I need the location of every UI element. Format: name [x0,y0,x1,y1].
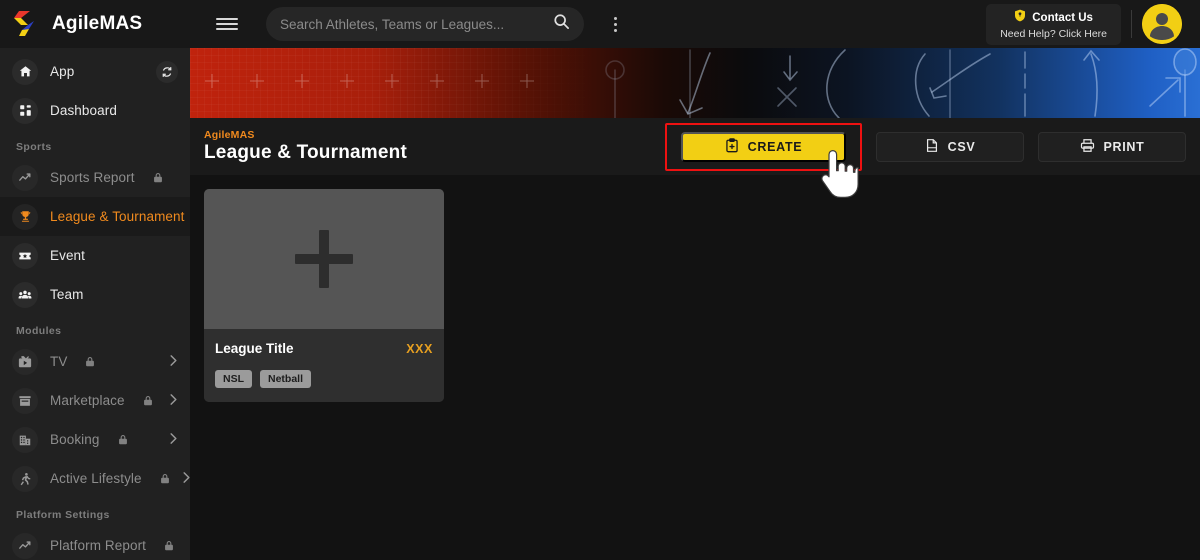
sidebar-item-app[interactable]: App [0,52,190,91]
chevron-right-icon[interactable] [169,354,178,369]
top-bar: Contact Us Need Help? Click Here [190,0,1200,48]
chevron-right-icon[interactable] [182,471,190,486]
csv-button[interactable]: CSV [876,131,1024,162]
page-header: AgileMAS League & Tournament CREATE CSV … [190,118,1200,175]
search-icon[interactable] [553,13,570,35]
ticket-star-icon [12,242,38,269]
page-actions: CREATE CSV PRINT [665,122,1186,171]
plus-icon [295,230,353,288]
content-area: League Title XXX NSL Netball [190,175,1200,560]
trend-line-icon [12,164,38,191]
avatar[interactable] [1142,4,1182,44]
sidebar-item-league-tournament[interactable]: League & Tournament [0,197,190,236]
league-card-title: League Title [215,341,294,356]
sidebar-item-label: Sports Report [50,170,135,185]
csv-button-label: CSV [947,139,976,154]
tag: Netball [260,370,312,388]
sidebar-item-label: Dashboard [50,103,117,118]
lock-icon [160,473,170,484]
print-button-label: PRINT [1103,139,1145,154]
agilemas-logo-icon [12,9,40,39]
contact-us-subtitle: Need Help? Click Here [1000,27,1107,40]
page-title-block: AgileMAS League & Tournament [204,129,407,164]
search-input[interactable] [280,16,553,32]
brand-header[interactable]: AgileMAS [0,0,190,48]
brand-name: AgileMAS [52,13,143,34]
breadcrumb: AgileMAS [204,129,255,141]
tag: NSL [215,370,252,388]
sidebar-section-modules: Modules [16,325,62,337]
dashboard-grid-icon [12,97,38,124]
sidebar-item-label: Team [50,287,84,302]
sidebar-item-event[interactable]: Event [0,236,190,275]
sidebar-item-marketplace[interactable]: Marketplace [0,381,190,420]
file-icon [925,138,939,156]
hamburger-icon[interactable] [216,13,238,35]
trophy-icon [12,203,38,230]
banner-playbook-diagram [205,48,1197,118]
app-root: AgileMAS App Dashboard Sports Sports Rep… [0,0,1200,560]
tv-play-icon [12,348,38,375]
sidebar: AgileMAS App Dashboard Sports Sports Rep… [0,0,190,560]
sync-icon[interactable] [156,60,178,83]
lock-icon [153,172,163,183]
page-title: League & Tournament [204,142,407,163]
chevron-right-icon[interactable] [169,432,178,447]
lock-icon [143,395,153,406]
hero-banner [190,48,1200,118]
contact-us-title: Contact Us [1032,11,1093,24]
sidebar-item-label: League & Tournament [50,209,185,224]
sidebar-item-label: Event [50,248,86,263]
create-button[interactable]: CREATE [681,131,846,162]
contact-us-button[interactable]: Contact Us Need Help? Click Here [986,3,1121,45]
clipboard-plus-icon [725,137,739,156]
sidebar-item-label: TV [50,354,68,369]
home-icon [12,58,38,85]
search-bar[interactable] [266,7,584,41]
create-button-label: CREATE [747,139,803,154]
sidebar-item-dashboard[interactable]: Dashboard [0,91,190,130]
league-card-body: League Title XXX NSL Netball [204,329,444,402]
sidebar-item-label: Booking [50,432,100,447]
kebab-menu-icon[interactable] [606,13,624,35]
divider [1131,10,1132,38]
sidebar-section-platform-settings: Platform Settings [16,509,110,521]
league-card-title-row: League Title XXX [215,341,433,356]
create-button-highlight: CREATE [665,122,862,171]
sidebar-item-booking[interactable]: Booking [0,420,190,459]
lock-icon [85,356,95,367]
sidebar-item-label: Active Lifestyle [50,471,142,486]
printer-icon [1080,138,1095,156]
league-card[interactable]: League Title XXX NSL Netball [204,189,444,402]
print-button[interactable]: PRINT [1038,131,1186,162]
top-bar-right: Contact Us Need Help? Click Here [986,3,1190,45]
league-card-image-placeholder[interactable] [204,189,444,329]
store-icon [12,387,38,414]
sidebar-item-label: App [50,64,75,79]
sidebar-item-team[interactable]: Team [0,275,190,314]
runner-icon [12,465,38,492]
main-area: Contact Us Need Help? Click Here [190,0,1200,560]
sidebar-item-platform-report[interactable]: Platform Report [0,526,190,560]
sidebar-item-label: Platform Report [50,538,147,553]
league-card-badge: XXX [406,341,433,356]
chevron-right-icon[interactable] [169,393,178,408]
sidebar-item-tv[interactable]: TV [0,342,190,381]
sidebar-section-sports: Sports [16,141,52,153]
people-group-icon [12,281,38,308]
shield-icon [1014,9,1026,27]
lock-icon [164,540,174,551]
trend-line-icon [12,532,38,559]
league-card-tags: NSL Netball [215,370,433,388]
sidebar-nav: App Dashboard Sports Sports Report Leagu… [0,48,190,560]
sidebar-item-sports-report[interactable]: Sports Report [0,158,190,197]
sidebar-item-active-lifestyle[interactable]: Active Lifestyle [0,459,190,498]
building-icon [12,426,38,453]
lock-icon [118,434,128,445]
sidebar-item-label: Marketplace [50,393,125,408]
